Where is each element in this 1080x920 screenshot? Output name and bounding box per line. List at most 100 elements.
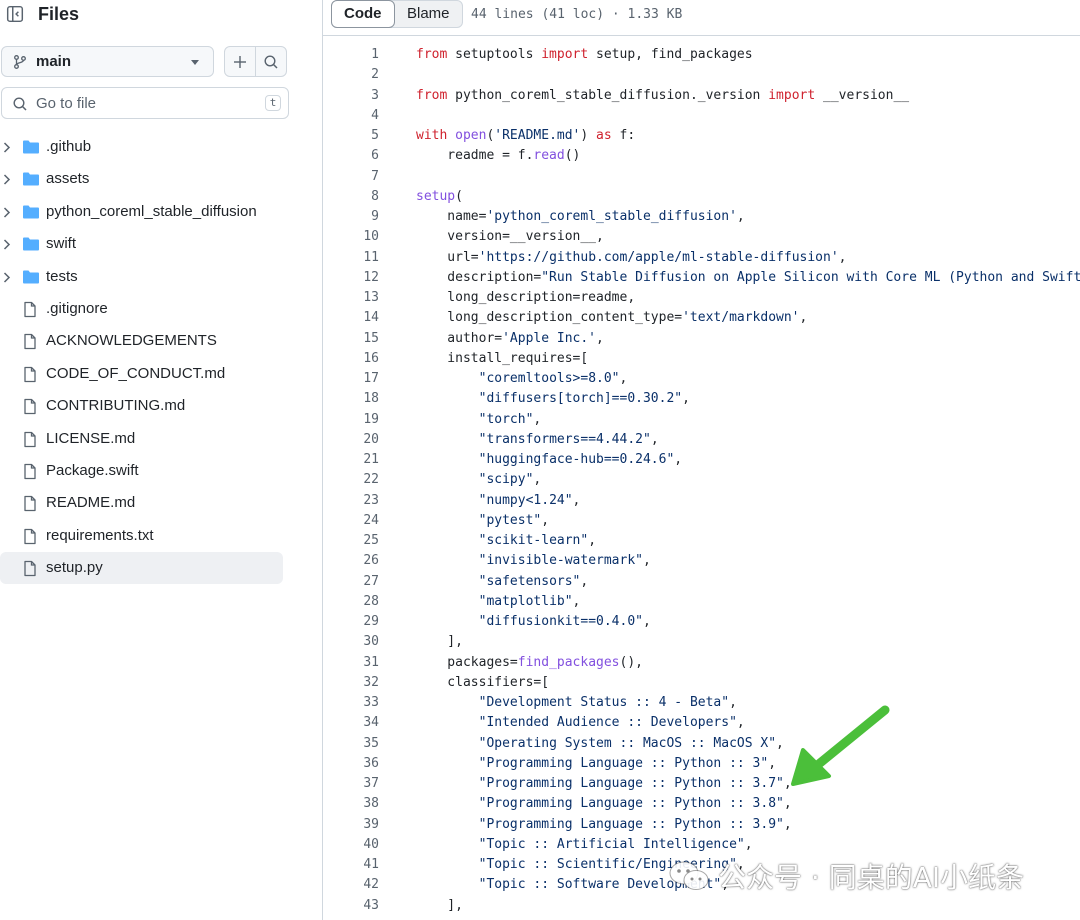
- line-number[interactable]: 27: [323, 572, 379, 592]
- code-token: "matplotlib": [478, 593, 573, 609]
- code-token: (: [455, 188, 463, 204]
- chevron-right-icon[interactable]: [3, 272, 11, 283]
- line-number[interactable]: 15: [323, 329, 379, 349]
- line-number[interactable]: 18: [323, 389, 379, 409]
- line-number[interactable]: 33: [323, 693, 379, 713]
- line-content: from setuptools import setup, find_packa…: [416, 45, 753, 65]
- tree-item-label: CODE_OF_CONDUCT.md: [46, 364, 226, 382]
- tree-file-10[interactable]: Package.swift: [0, 455, 283, 487]
- line-number[interactable]: 31: [323, 653, 379, 673]
- code-token: 'README.md': [494, 128, 581, 143]
- line-number[interactable]: 36: [323, 754, 379, 774]
- line-number[interactable]: 2: [323, 65, 379, 85]
- line-number[interactable]: 21: [323, 450, 379, 470]
- line-number[interactable]: 39: [323, 815, 379, 835]
- code-token: with: [416, 128, 448, 143]
- green-arrow-icon: [791, 705, 890, 786]
- add-file-button[interactable]: [224, 46, 256, 77]
- line-content: "diffusionkit==0.4.0",: [416, 612, 651, 632]
- line-number[interactable]: 38: [323, 794, 379, 814]
- chevron-right-icon[interactable]: [3, 174, 11, 185]
- line-number[interactable]: 3: [323, 86, 379, 106]
- line-number[interactable]: 30: [323, 632, 379, 652]
- line-number[interactable]: 14: [323, 308, 379, 328]
- tree-folder-1[interactable]: assets: [0, 163, 283, 195]
- line-number[interactable]: 35: [323, 734, 379, 754]
- line-number[interactable]: 7: [323, 167, 379, 187]
- branch-selector[interactable]: main: [1, 46, 214, 77]
- go-to-file-placeholder: Go to file: [36, 95, 97, 112]
- line-number[interactable]: 32: [323, 673, 379, 693]
- line-number[interactable]: 25: [323, 531, 379, 551]
- code-token: "Programming Language :: Python :: 3.7": [478, 776, 784, 791]
- code-token: from: [416, 47, 448, 62]
- code-line: 7: [323, 167, 1080, 187]
- line-number[interactable]: 12: [323, 268, 379, 288]
- line-number[interactable]: 20: [323, 430, 379, 450]
- line-number[interactable]: 23: [323, 491, 379, 511]
- line-number[interactable]: 4: [323, 106, 379, 126]
- file-icon: [24, 398, 36, 415]
- line-number[interactable]: 37: [323, 774, 379, 794]
- line-number[interactable]: 28: [323, 592, 379, 612]
- line-number[interactable]: 9: [323, 207, 379, 227]
- code-token: ,: [596, 330, 604, 346]
- tree-file-5[interactable]: .gitignore: [0, 293, 283, 325]
- line-number[interactable]: 1: [323, 45, 379, 65]
- chevron-right-icon[interactable]: [3, 142, 11, 153]
- line-number[interactable]: 17: [323, 369, 379, 389]
- code-token: "invisible-watermark": [478, 553, 643, 569]
- code-listing[interactable]: 1 from setuptools import setup, find_pack…: [323, 45, 1080, 916]
- go-to-file-input[interactable]: Go to file t: [1, 87, 289, 119]
- tree-folder-2[interactable]: python_coreml_stable_diffusion: [0, 196, 283, 228]
- tab-blame[interactable]: Blame: [395, 1, 462, 27]
- line-content: "invisible-watermark",: [416, 551, 651, 571]
- code-token: ,: [799, 310, 808, 326]
- tree-folder-3[interactable]: swift: [0, 228, 283, 260]
- line-number[interactable]: 6: [323, 146, 379, 166]
- chevron-right-icon[interactable]: [3, 207, 11, 218]
- line-number[interactable]: 19: [323, 410, 379, 430]
- line-number[interactable]: 26: [323, 551, 379, 571]
- code-line: 22 "scipy",: [323, 470, 1080, 490]
- code-line: 5 with open('README.md') as f:: [323, 126, 1080, 146]
- line-number[interactable]: 41: [323, 855, 379, 875]
- tree-file-7[interactable]: CODE_OF_CONDUCT.md: [0, 358, 283, 390]
- line-number[interactable]: 40: [323, 835, 379, 855]
- code-token: ,: [783, 816, 792, 832]
- tree-file-9[interactable]: LICENSE.md: [0, 423, 283, 455]
- line-number[interactable]: 42: [323, 875, 379, 895]
- line-number[interactable]: 11: [323, 248, 379, 268]
- code-token: (),: [619, 654, 643, 670]
- sidebar-collapse-icon[interactable]: [4, 3, 26, 25]
- line-number[interactable]: 13: [323, 288, 379, 308]
- tree-file-12[interactable]: requirements.txt: [0, 520, 283, 552]
- tree-item-label: python_coreml_stable_diffusion: [46, 202, 257, 220]
- line-number[interactable]: 10: [323, 227, 379, 247]
- chevron-right-icon[interactable]: [3, 239, 11, 250]
- code-token: from: [416, 87, 448, 103]
- line-number[interactable]: 8: [323, 187, 379, 207]
- tree-file-6[interactable]: ACKNOWLEDGEMENTS: [0, 325, 283, 357]
- tree-folder-4[interactable]: tests: [0, 261, 283, 293]
- line-number[interactable]: 24: [323, 511, 379, 531]
- tree-folder-0[interactable]: .github: [0, 131, 283, 163]
- code-token: "pytest": [478, 512, 542, 528]
- line-number[interactable]: 34: [323, 713, 379, 733]
- tree-file-11[interactable]: README.md: [0, 487, 283, 519]
- file-icon: [24, 431, 36, 447]
- file-icon: [24, 301, 36, 318]
- tree-file-13[interactable]: setup.py: [0, 552, 283, 585]
- line-number[interactable]: 5: [323, 126, 379, 146]
- tab-code[interactable]: Code: [331, 0, 395, 28]
- search-button[interactable]: [255, 46, 287, 77]
- code-token: ,: [572, 492, 581, 508]
- line-content: long_description=readme,: [416, 288, 635, 308]
- line-number[interactable]: 29: [323, 612, 379, 632]
- line-number[interactable]: 43: [323, 896, 379, 916]
- line-number[interactable]: 16: [323, 349, 379, 369]
- line-number[interactable]: 22: [323, 470, 379, 490]
- tree-file-8[interactable]: CONTRIBUTING.md: [0, 390, 283, 422]
